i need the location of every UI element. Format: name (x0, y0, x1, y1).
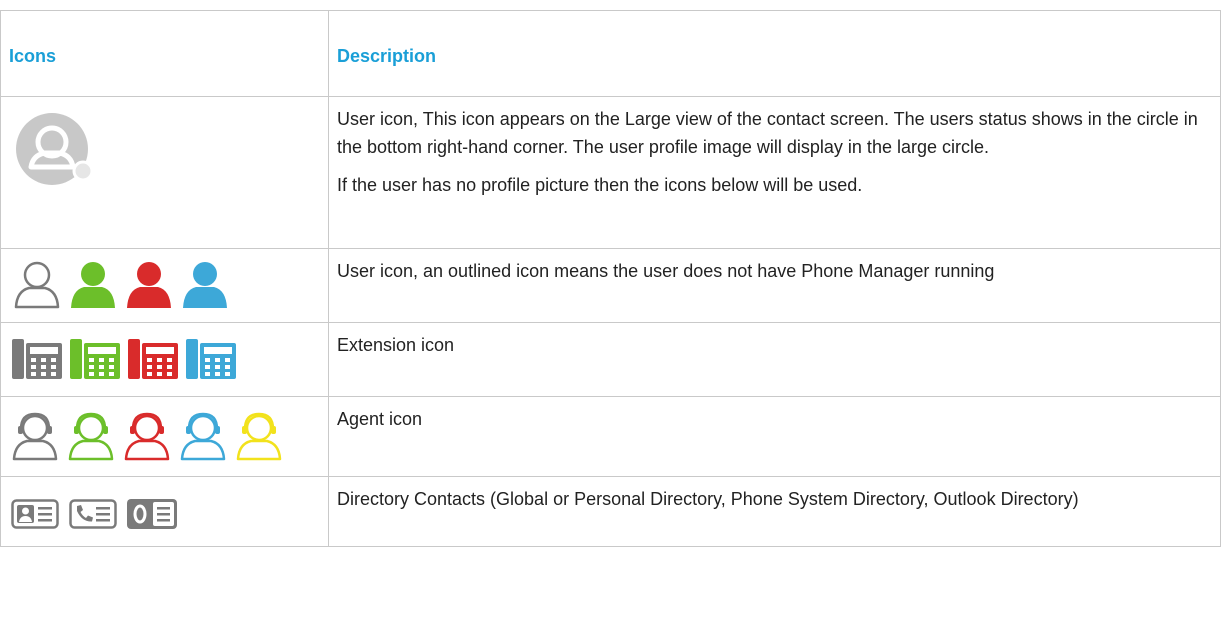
description-text: Agent icon (337, 409, 423, 429)
extension-red-icon (128, 339, 178, 379)
user-outline-icon (14, 261, 60, 309)
description-cell: Agent icon (328, 396, 1221, 477)
table-header-row: Icons Description (0, 10, 1221, 97)
phone-directory-icon (69, 499, 117, 529)
description-cell: Directory Contacts (Global or Personal D… (328, 476, 1221, 547)
user-red-icon (127, 262, 171, 308)
agent-green-icon (68, 412, 114, 461)
icons-table: Icons Description User icon, This icon a… (0, 10, 1221, 547)
icons-cell (0, 322, 329, 397)
icons-cell (0, 248, 329, 323)
table-row: Agent icon (0, 396, 1221, 477)
agent-yellow-icon (236, 412, 282, 461)
user-green-icon (71, 262, 115, 308)
table-row: Directory Contacts (Global or Personal D… (0, 476, 1221, 547)
icons-cell (0, 396, 329, 477)
agent-blue-icon (180, 412, 226, 461)
description-text: User icon, This icon appears on the Larg… (337, 109, 1198, 157)
outlook-directory-icon (127, 499, 177, 529)
description-cell: User icon, an outlined icon means the us… (328, 248, 1221, 323)
icons-cell (0, 476, 329, 547)
description-text: User icon, an outlined icon means the us… (337, 261, 995, 281)
icons-column-header: Icons (0, 10, 329, 97)
agent-red-icon (124, 412, 170, 461)
icons-cell (0, 96, 329, 249)
table-row: User icon, an outlined icon means the us… (0, 248, 1221, 323)
description-cell: User icon, This icon appears on the Larg… (328, 96, 1221, 249)
table-row: Extension icon (0, 322, 1221, 397)
description-cell: Extension icon (328, 322, 1221, 397)
description-text: Extension icon (337, 335, 455, 355)
description-text: If the user has no profile picture then … (337, 175, 863, 195)
description-text: Directory Contacts (Global or Personal D… (337, 489, 1079, 509)
description-column-header: Description (328, 10, 1221, 97)
contact-card-icon (11, 499, 59, 529)
agent-grey-icon (12, 412, 58, 461)
extension-blue-icon (186, 339, 236, 379)
extension-green-icon (70, 339, 120, 379)
table-row: User icon, This icon appears on the Larg… (0, 96, 1221, 249)
user-blue-icon (183, 262, 227, 308)
user-profile-avatar-icon (16, 113, 94, 185)
extension-grey-icon (12, 339, 62, 379)
